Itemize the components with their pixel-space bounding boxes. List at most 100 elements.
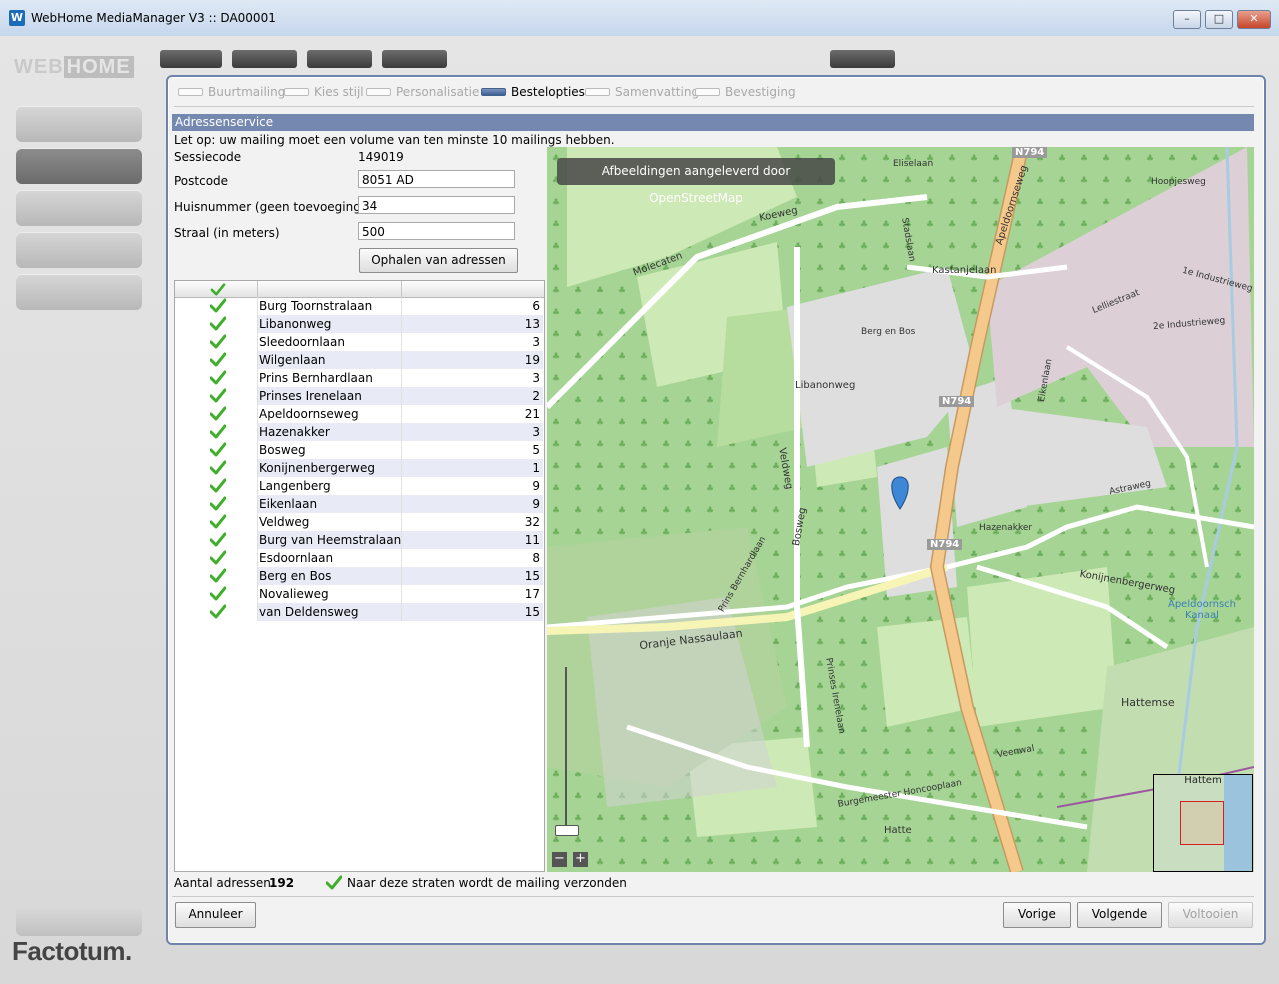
close-button[interactable]: ✕ <box>1237 10 1271 29</box>
zoom-track[interactable] <box>565 667 567 827</box>
fetch-addresses-button[interactable]: Ophalen van adressen <box>359 248 518 273</box>
step-label: Samenvatting <box>615 85 700 99</box>
table-row[interactable]: Esdoornlaan 8 <box>175 549 544 567</box>
street-name: Bosweg <box>259 443 306 457</box>
row-check-cell[interactable] <box>175 369 257 387</box>
row-check-cell[interactable] <box>175 351 257 369</box>
zoom-in-button[interactable]: + <box>573 852 588 867</box>
check-icon[interactable] <box>210 478 226 493</box>
row-check-cell[interactable] <box>175 333 257 351</box>
table-row[interactable]: Burg Toornstralaan 6 <box>175 297 544 315</box>
session-value: 149019 <box>358 150 404 164</box>
street-name: Apeldoornseweg <box>259 407 359 421</box>
bg-top-tab <box>307 50 372 68</box>
table-row[interactable]: Hazenakker 3 <box>175 423 544 441</box>
table-row[interactable]: Novalieweg 17 <box>175 585 544 603</box>
map-label: Eliselaan <box>893 159 934 169</box>
volume-note: Let op: uw mailing moet een volume van t… <box>174 133 615 147</box>
table-row[interactable]: Prins Bernhardlaan 3 <box>175 369 544 387</box>
table-row[interactable]: Eikenlaan 9 <box>175 495 544 513</box>
table-row[interactable]: Apeldoornseweg 21 <box>175 405 544 423</box>
check-icon[interactable] <box>210 370 226 385</box>
table-row[interactable]: Veldweg 32 <box>175 513 544 531</box>
bg-sidebar-item <box>16 190 142 226</box>
postcode-field[interactable]: 8051 AD <box>358 170 515 188</box>
table-row[interactable]: Konijnenbergerweg 1 <box>175 459 544 477</box>
check-icon[interactable] <box>210 406 226 421</box>
address-count: 3 <box>532 371 540 385</box>
row-check-cell[interactable] <box>175 531 257 549</box>
radius-field[interactable]: 500 <box>358 222 515 240</box>
next-button[interactable]: Volgende <box>1077 902 1162 928</box>
row-check-cell[interactable] <box>175 603 257 621</box>
minimize-button[interactable]: – <box>1173 10 1201 29</box>
step-buurtmailing: Buurtmailing <box>178 85 286 99</box>
street-name: Burg Toornstralaan <box>259 299 373 313</box>
table-row[interactable]: van Deldensweg 15 <box>175 603 544 621</box>
map-view[interactable]: ♣ Apeldoor <box>547 147 1254 872</box>
check-icon[interactable] <box>210 604 226 619</box>
check-icon[interactable] <box>210 388 226 403</box>
check-icon[interactable] <box>210 496 226 511</box>
row-check-cell[interactable] <box>175 387 257 405</box>
step-bestelopties: Bestelopties <box>481 85 585 99</box>
check-icon[interactable] <box>210 532 226 547</box>
housenumber-field[interactable]: 34 <box>358 196 515 214</box>
check-icon[interactable] <box>210 424 226 439</box>
map-label: Apeldoornsch Kanaal <box>1167 599 1237 621</box>
address-count: 3 <box>532 335 540 349</box>
street-name: Langenberg <box>259 479 331 493</box>
table-row[interactable]: Wilgenlaan 19 <box>175 351 544 369</box>
maximize-button[interactable]: □ <box>1205 10 1233 29</box>
step-label: Buurtmailing <box>208 85 286 99</box>
table-row[interactable]: Libanonweg 13 <box>175 315 544 333</box>
row-check-cell[interactable] <box>175 567 257 585</box>
check-icon[interactable] <box>210 460 226 475</box>
row-check-cell[interactable] <box>175 315 257 333</box>
table-row[interactable]: Langenberg 9 <box>175 477 544 495</box>
address-count: 15 <box>402 603 543 621</box>
housenumber-label: Huisnummer (geen toevoeging): <box>174 200 370 214</box>
street-name: Veldweg <box>259 515 310 529</box>
row-check-cell[interactable] <box>175 549 257 567</box>
zoom-slider-handle[interactable] <box>555 825 579 836</box>
check-icon[interactable] <box>210 316 226 331</box>
cancel-button[interactable]: Annuleer <box>175 902 256 928</box>
address-count: 2 <box>402 387 543 405</box>
minimap-viewport[interactable] <box>1180 801 1224 845</box>
factotum-logo: Factotum. <box>12 936 132 966</box>
map-road-shield: N794 <box>927 539 963 550</box>
row-check-cell[interactable] <box>175 297 257 315</box>
bg-top-tab <box>232 50 297 68</box>
row-check-cell[interactable] <box>175 441 257 459</box>
row-check-cell[interactable] <box>175 513 257 531</box>
address-count: 15 <box>402 567 543 585</box>
table-row[interactable]: Bosweg 5 <box>175 441 544 459</box>
address-count: 3 <box>402 423 543 441</box>
zoom-out-button[interactable]: − <box>552 852 567 867</box>
row-check-cell[interactable] <box>175 405 257 423</box>
table-row[interactable]: Sleedoornlaan 3 <box>175 333 544 351</box>
check-icon[interactable] <box>210 334 226 349</box>
minimap[interactable]: Hattem <box>1153 774 1253 872</box>
map-canvas: ♣ <box>547 147 1254 872</box>
check-icon[interactable] <box>210 568 226 583</box>
table-row[interactable]: Prinses Irenelaan 2 <box>175 387 544 405</box>
check-icon[interactable] <box>210 298 226 313</box>
select-all-check-icon[interactable] <box>210 283 226 296</box>
street-name: Konijnenbergerweg <box>258 459 401 477</box>
check-icon[interactable] <box>210 352 226 367</box>
row-check-cell[interactable] <box>175 423 257 441</box>
row-check-cell[interactable] <box>175 477 257 495</box>
previous-button[interactable]: Vorige <box>1003 902 1071 928</box>
check-icon[interactable] <box>210 442 226 457</box>
table-row[interactable]: Burg van Heemstralaan 11 <box>175 531 544 549</box>
address-count: 19 <box>402 351 543 369</box>
row-check-cell[interactable] <box>175 495 257 513</box>
check-icon[interactable] <box>210 514 226 529</box>
row-check-cell[interactable] <box>175 585 257 603</box>
row-check-cell[interactable] <box>175 459 257 477</box>
table-row[interactable]: Berg en Bos 15 <box>175 567 544 585</box>
check-icon[interactable] <box>210 550 226 565</box>
check-icon[interactable] <box>210 586 226 601</box>
